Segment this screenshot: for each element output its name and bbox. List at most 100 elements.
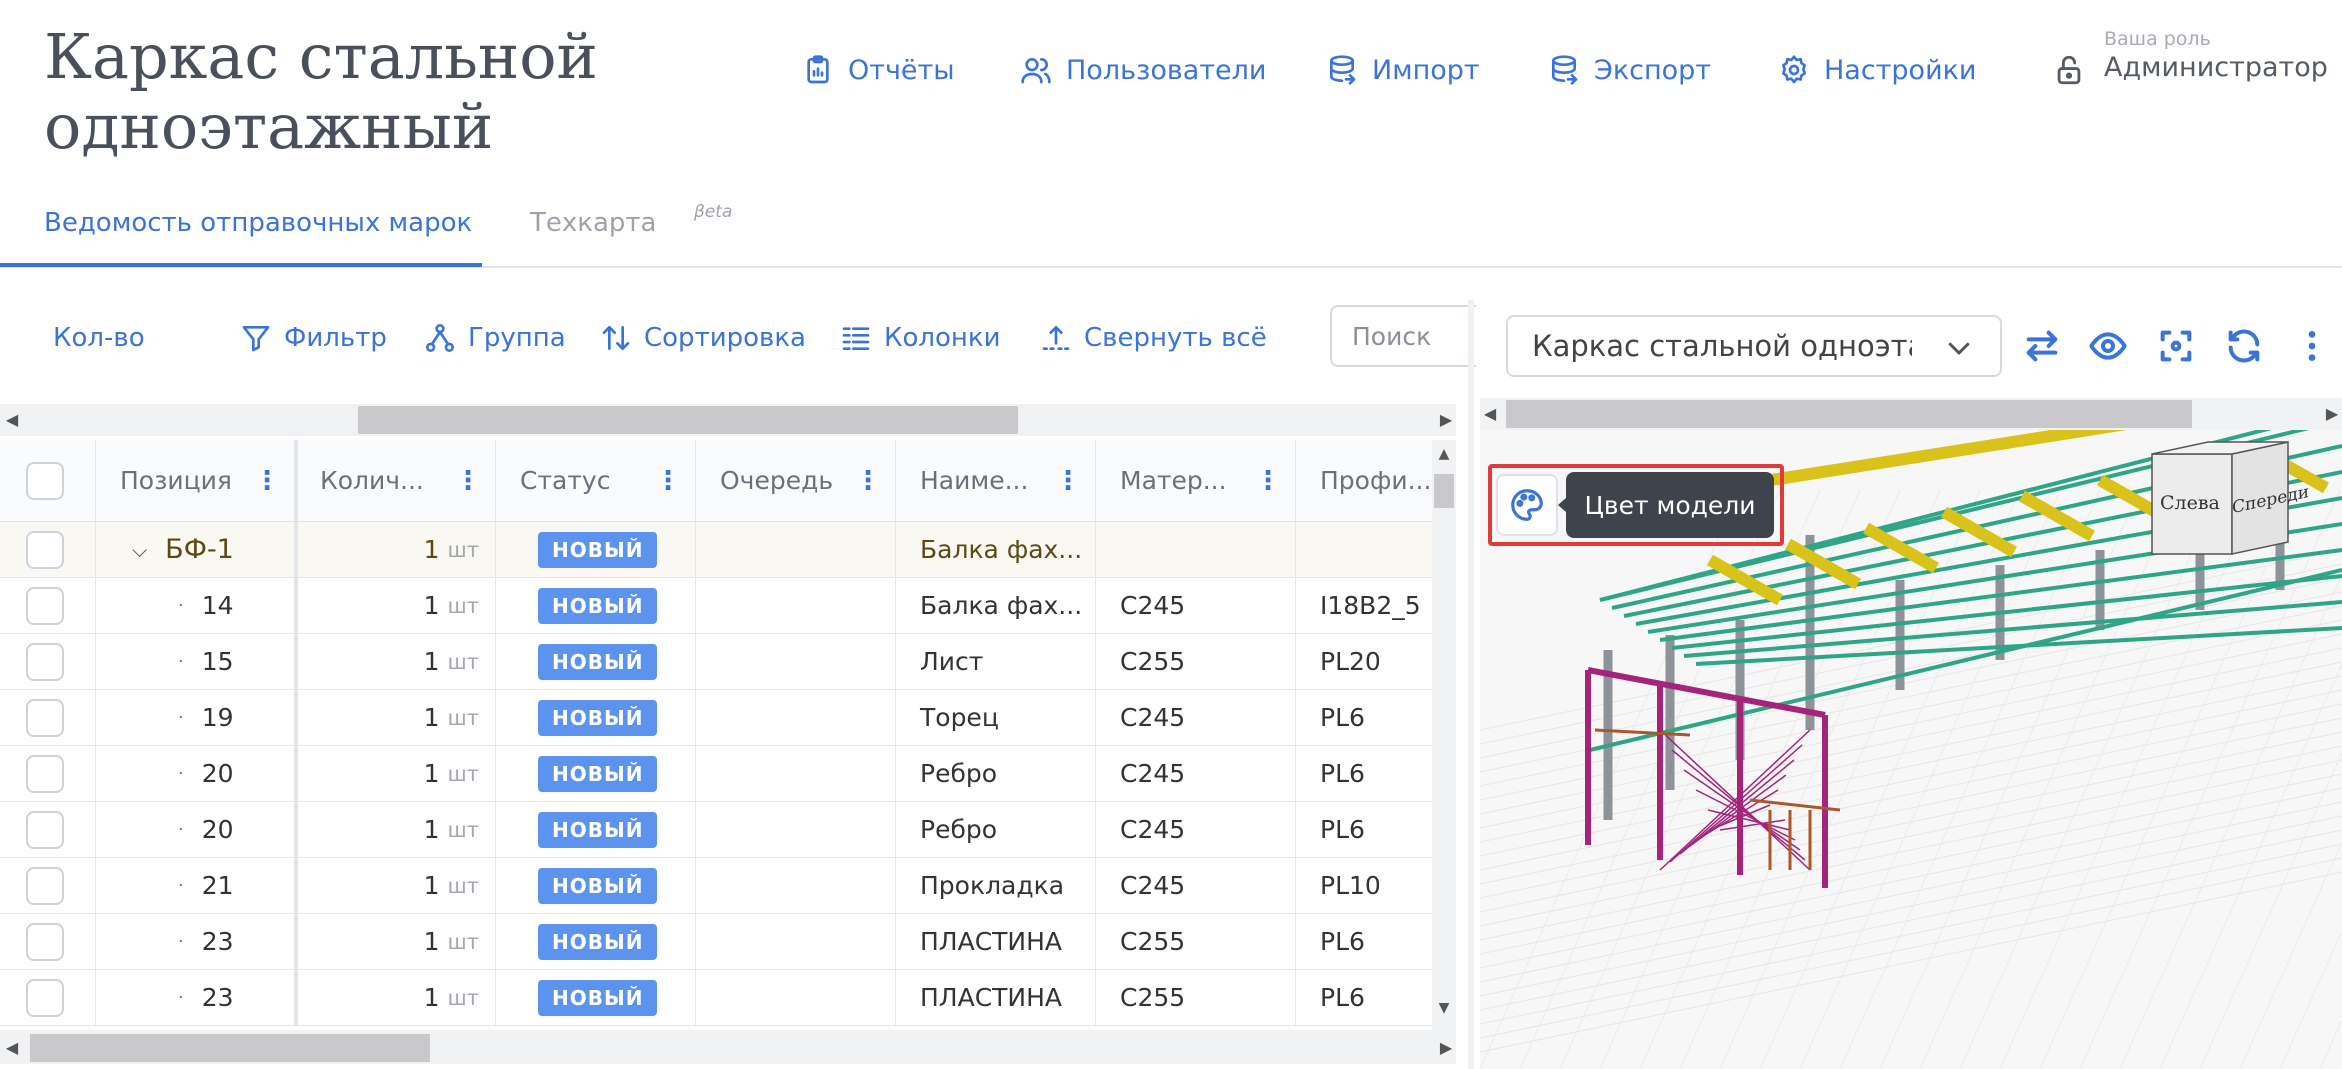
table-vscroll[interactable] — [1432, 440, 1456, 1030]
status-badge: НОВЫЙ — [538, 867, 658, 904]
panel-splitter[interactable] — [1468, 300, 1474, 1069]
status-badge: НОВЫЙ — [538, 979, 658, 1016]
cell-qty: 1 шт — [302, 634, 496, 689]
visibility-button[interactable] — [2088, 326, 2128, 366]
col-profile[interactable]: Профи... — [1296, 440, 1432, 521]
kebab-icon[interactable]: ⋮ — [254, 466, 280, 496]
position-value: 20 — [201, 759, 234, 788]
model-select[interactable]: Каркас стальной одноэтажный — [1506, 315, 2002, 377]
nav-reports[interactable]: Отчёты — [802, 48, 955, 92]
table-hscroll-bottom-thumb[interactable] — [30, 1034, 430, 1062]
col-name[interactable]: Наиме... ⋮ — [896, 440, 1096, 521]
sort-button[interactable]: Сортировка — [600, 318, 806, 358]
col-status[interactable]: Статус ⋮ — [496, 440, 696, 521]
columns-button[interactable]: Колонки — [840, 318, 1001, 358]
row-checkbox[interactable] — [26, 754, 64, 793]
row-select-cell — [0, 914, 96, 969]
qty-value: 1 — [423, 983, 440, 1012]
table-row[interactable]: · 19 1 шт НОВЫЙ Торец C245 PL6 — [0, 690, 1432, 746]
filter-button[interactable]: Фильтр — [240, 318, 387, 358]
kebab-icon[interactable]: ⋮ — [655, 466, 681, 496]
chevron-down-icon[interactable]: ⌵ — [132, 538, 147, 562]
viewer-hscroll-thumb[interactable] — [1506, 400, 2192, 428]
scroll-left-icon[interactable]: ◀ — [2, 410, 22, 429]
cell-qty: 1 шт — [302, 690, 496, 745]
table-row[interactable]: · 15 1 шт НОВЫЙ Лист C255 PL20 — [0, 634, 1432, 690]
tab-techmap[interactable]: Техкарта — [530, 208, 656, 238]
kebab-icon[interactable]: ⋮ — [1255, 466, 1281, 496]
table-group-row[interactable]: ⌵ БФ-1 1 шт НОВЫЙ Балка фах... — [0, 522, 1432, 578]
group-button[interactable]: Группа — [424, 318, 566, 358]
more-button[interactable] — [2292, 326, 2322, 366]
cell-position: · 14 — [96, 578, 298, 633]
cell-qty: 1 шт — [302, 970, 496, 1025]
portal-frame[interactable] — [1587, 667, 1826, 718]
scroll-right-icon[interactable]: ▶ — [1436, 410, 1456, 429]
status-badge: НОВЫЙ — [538, 699, 658, 736]
kebab-icon[interactable]: ⋮ — [855, 466, 881, 496]
cell-name: Торец — [896, 690, 1096, 745]
scroll-right-icon[interactable]: ▶ — [1436, 1038, 1456, 1057]
col-position[interactable]: Позиция ⋮ — [96, 440, 298, 521]
cell-name: Ребро — [896, 746, 1096, 801]
table-row[interactable]: · 21 1 шт НОВЫЙ Прокладка C245 PL10 — [0, 858, 1432, 914]
cell-position: · 15 — [96, 634, 298, 689]
cell-profile: PL6 — [1296, 746, 1432, 801]
scroll-left-icon[interactable]: ◀ — [1480, 404, 1500, 423]
clipboard-icon — [807, 55, 829, 84]
floor-grid-line[interactable] — [2079, 489, 2341, 1069]
focus-icon — [2160, 330, 2192, 362]
row-checkbox[interactable] — [26, 530, 64, 569]
select-all-checkbox[interactable] — [26, 461, 64, 500]
name-value: Прокладка — [920, 871, 1065, 900]
table-row[interactable]: · 20 1 шт НОВЫЙ Ребро C245 PL6 — [0, 802, 1432, 858]
table-row[interactable]: · 14 1 шт НОВЫЙ Балка фах... C245 I18B2_5 — [0, 578, 1432, 634]
refresh-button[interactable] — [2224, 326, 2264, 366]
nav-settings[interactable]: Настройки — [1778, 48, 1976, 92]
row-checkbox[interactable] — [26, 866, 64, 905]
scroll-up-icon[interactable]: ▲ — [1434, 446, 1454, 462]
fit-view-button[interactable] — [2156, 326, 2196, 366]
col-qty[interactable]: Колич... ⋮ — [302, 440, 496, 521]
scroll-left-icon[interactable]: ◀ — [2, 1038, 22, 1057]
collapse-all-button[interactable]: Свернуть всё — [1040, 318, 1267, 358]
row-checkbox[interactable] — [26, 642, 64, 681]
chevron-down-icon — [1948, 342, 1970, 355]
role-value[interactable]: Администратор — [2104, 52, 2328, 83]
kebab-icon[interactable]: ⋮ — [455, 466, 481, 496]
table-vscroll-thumb[interactable] — [1434, 474, 1454, 508]
row-checkbox[interactable] — [26, 586, 64, 625]
swap-button[interactable] — [2022, 326, 2062, 366]
row-checkbox[interactable] — [26, 810, 64, 849]
nav-import[interactable]: Импорт — [1326, 48, 1480, 92]
cell-qty: 1 шт — [302, 522, 496, 577]
cell-material: C255 — [1096, 634, 1296, 689]
material-value: C255 — [1120, 927, 1186, 956]
table-row[interactable]: · 20 1 шт НОВЫЙ Ребро C245 PL6 — [0, 746, 1432, 802]
row-checkbox[interactable] — [26, 978, 64, 1017]
table-hscroll-thumb[interactable] — [358, 406, 1018, 434]
row-checkbox[interactable] — [26, 698, 64, 737]
nav-users[interactable]: Пользователи — [1020, 48, 1266, 92]
qty-unit: шт — [447, 761, 479, 786]
scroll-right-icon[interactable]: ▶ — [2322, 404, 2342, 423]
col-material[interactable]: Матер... ⋮ — [1096, 440, 1296, 521]
table-row[interactable]: · 23 1 шт НОВЫЙ ПЛАСТИНА C255 PL6 — [0, 914, 1432, 970]
model-color-button[interactable] — [1496, 474, 1558, 536]
col-queue[interactable]: Очередь ⋮ — [696, 440, 896, 521]
floor-grid-line[interactable] — [1839, 489, 2101, 1069]
row-checkbox[interactable] — [26, 922, 64, 961]
scroll-down-icon[interactable]: ▼ — [1434, 1000, 1454, 1016]
floor-grid-line[interactable] — [2039, 489, 2301, 1069]
search-input[interactable]: Поиск — [1330, 305, 1476, 367]
view-cube[interactable]: Слева Спереди — [2150, 440, 2309, 560]
tab-shipping-marks[interactable]: Ведомость отправочных марок — [44, 208, 472, 238]
qty-button[interactable]: Кол-во — [53, 318, 145, 358]
nav-export[interactable]: Экспорт — [1548, 48, 1711, 92]
girt[interactable] — [1589, 568, 2342, 752]
kebab-icon[interactable]: ⋮ — [1055, 466, 1081, 496]
position-value: 23 — [201, 983, 234, 1012]
cell-material: C245 — [1096, 578, 1296, 633]
group-icon — [426, 324, 454, 352]
table-row[interactable]: · 23 1 шт НОВЫЙ ПЛАСТИНА C255 PL6 — [0, 970, 1432, 1026]
